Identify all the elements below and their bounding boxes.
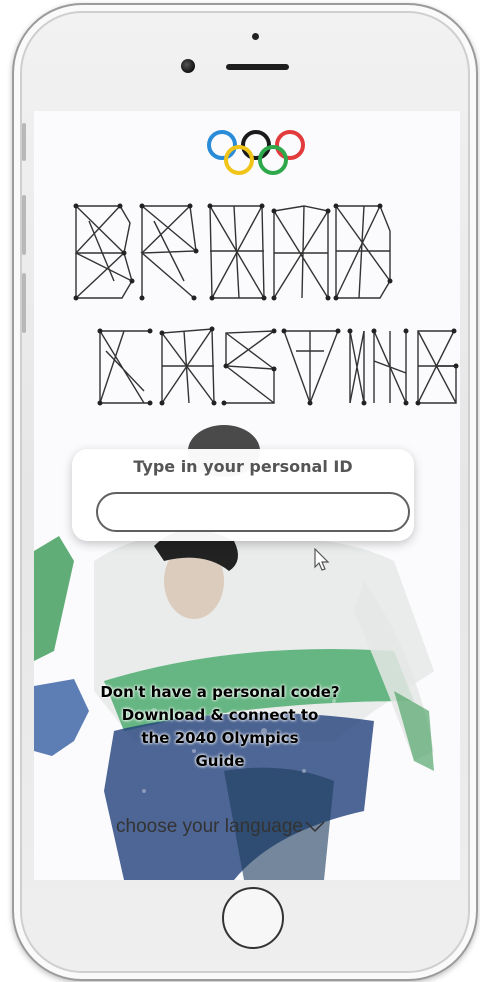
mute-switch <box>22 123 26 161</box>
download-msg-line-1: Don't have a personal code? <box>100 683 340 701</box>
personal-id-card: Type in your personal ID <box>72 449 414 541</box>
app-screen: Type in your personal ID Don't have a pe… <box>34 111 460 880</box>
download-msg-line-2: Download & connect to <box>121 706 319 724</box>
earpiece-speaker <box>226 64 289 70</box>
home-button[interactable] <box>222 887 284 949</box>
download-msg-line-3: the 2040 Olympics <box>141 729 299 747</box>
front-camera <box>181 59 195 73</box>
proximity-sensor <box>252 33 259 40</box>
personal-id-input[interactable] <box>96 492 410 532</box>
download-guide-link[interactable]: Don't have a personal code? Download & c… <box>100 681 340 773</box>
volume-up-button <box>22 195 26 255</box>
personal-id-label: Type in your personal ID <box>133 457 353 476</box>
mouse-pointer-icon <box>314 548 330 571</box>
language-selector[interactable]: choose your language <box>116 816 325 838</box>
chevron-down-icon <box>305 821 325 833</box>
broadcasting-title-art <box>73 203 459 406</box>
volume-down-button <box>22 273 26 333</box>
language-selector-label: choose your language <box>116 816 303 837</box>
download-msg-line-4: Guide <box>195 752 245 770</box>
